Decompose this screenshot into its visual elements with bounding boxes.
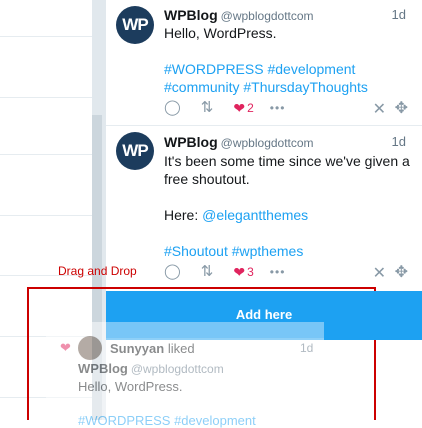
like-count: 3 [247, 265, 254, 279]
more-icon[interactable]: ••• [270, 265, 286, 279]
avatar[interactable]: WP [116, 132, 154, 170]
tweet-author: WPBlog @wpblogdottcom [78, 361, 224, 376]
tweet-text: Hello, WordPress. [78, 379, 183, 394]
tweet-author[interactable]: WPBlog @wpblogdottcom [164, 134, 314, 150]
hashtag-line: #WORDPRESS #development [78, 413, 256, 428]
tweet-handle: @wpblogdottcom [220, 9, 314, 23]
tweet-author[interactable]: WPBlog @wpblogdottcom [164, 7, 314, 23]
heart-icon[interactable]: ❤ [233, 264, 245, 281]
heart-icon[interactable]: ❤ [233, 100, 245, 117]
move-icon[interactable]: ✥ [395, 98, 408, 118]
divider [0, 97, 92, 98]
tweet-actions: ◯ ⇅ ❤ 2 ••• [164, 100, 285, 116]
liker-line: Sunyyan liked [110, 341, 195, 356]
tweet-card[interactable]: WP WPBlog @wpblogdottcom 1d Hello, WordPr… [106, 0, 422, 126]
more-icon[interactable]: ••• [270, 101, 286, 115]
dragged-tweet-ghost[interactable]: ❤ Sunyyan liked 1d WPBlog @wpblogdottcom … [46, 322, 324, 428]
tweet-handle: @wpblogdottcom [220, 136, 314, 150]
drag-and-drop-label: Drag and Drop [58, 264, 137, 278]
hashtag-link[interactable]: #community #ThursdayThoughts [164, 78, 414, 96]
tweet-time[interactable]: 1d [392, 134, 406, 149]
move-icon[interactable]: ✥ [395, 262, 408, 282]
avatar [78, 336, 102, 360]
divider [0, 154, 92, 155]
divider [0, 36, 92, 37]
tweet-actions: ◯ ⇅ ❤ 3 ••• [164, 264, 285, 280]
reply-icon[interactable]: ◯ [164, 100, 181, 116]
mention-link[interactable]: @elegantthemes [202, 207, 308, 223]
avatar[interactable]: WP [116, 6, 154, 44]
retweet-icon[interactable]: ⇅ [201, 100, 214, 116]
tweet-text: It's been some time since we've given a … [164, 152, 414, 260]
tweet-card[interactable]: WP WPBlog @wpblogdottcom 1d It's been som… [106, 126, 422, 291]
liked-text: liked [167, 341, 195, 356]
reply-icon[interactable]: ◯ [164, 264, 181, 280]
tweet-text: Hello, WordPress. #WORDPRESS #developmen… [164, 24, 414, 96]
divider [0, 215, 92, 216]
mention-line: Here: @elegantthemes [164, 207, 309, 223]
close-icon[interactable]: ✕ [373, 99, 386, 119]
tweet-time: 1d [300, 341, 314, 355]
close-icon[interactable]: ✕ [373, 263, 386, 283]
retweet-icon[interactable]: ⇅ [201, 264, 214, 280]
like-count: 2 [247, 101, 254, 115]
hashtag-link[interactable]: #Shoutout #wpthemes [164, 242, 414, 260]
liker-name: Sunyyan [110, 341, 165, 356]
drag-highlight [106, 322, 324, 338]
hashtag-link[interactable]: #WORDPRESS #development [164, 60, 414, 78]
tweet-time[interactable]: 1d [392, 7, 406, 22]
heart-icon: ❤ [60, 340, 71, 355]
